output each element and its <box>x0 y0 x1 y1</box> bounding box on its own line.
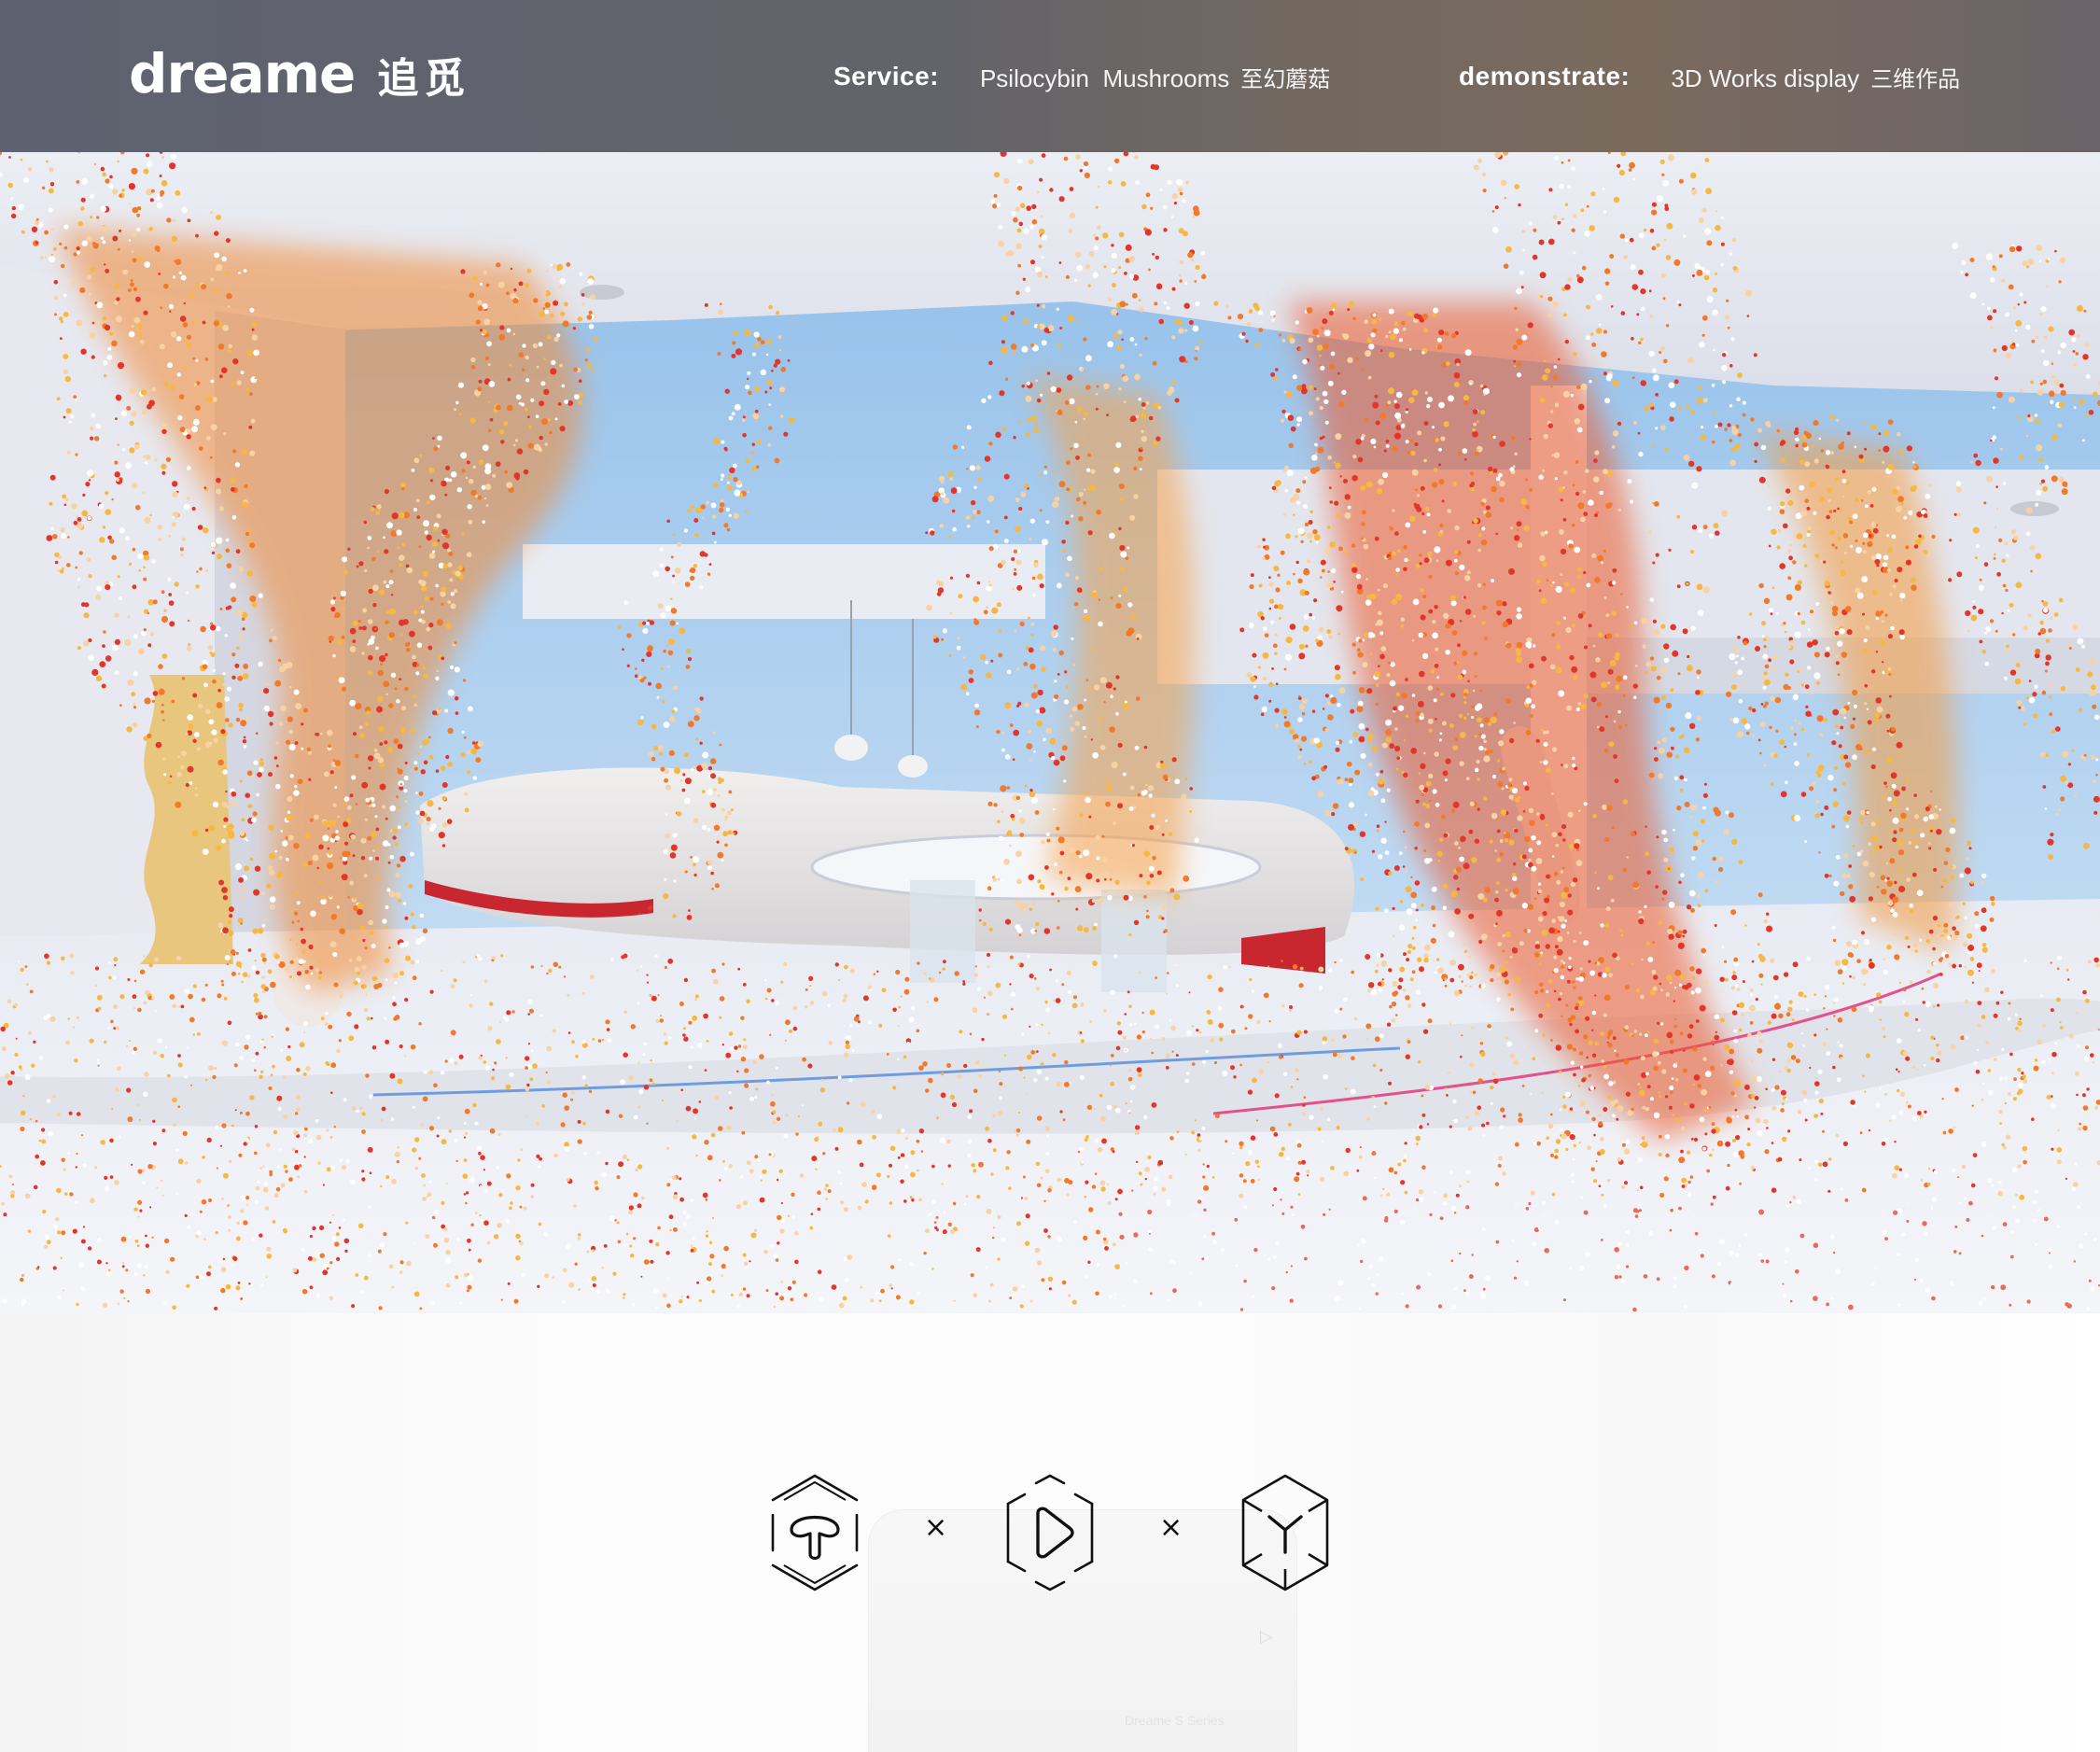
brand-collaboration-section: ▷ Dreame S Series × × <box>0 1313 2100 1752</box>
3d-works-display-link-cn: 三维作品 <box>1870 66 1961 92</box>
service-label: Service: <box>833 62 939 91</box>
hero-render-image <box>0 152 2100 1313</box>
demonstrate-nav-group: demonstrate: 3D Works display 三维作品 <box>1459 56 1960 97</box>
top-navigation-bar: dreame 追觅 Service: Psilocybin Mushrooms 至… <box>0 0 2100 152</box>
psilocybin-mushrooms-link-en: Psilocybin Mushrooms <box>979 63 1230 92</box>
play-icon[interactable] <box>999 1472 1101 1593</box>
service-nav-group: Service: Psilocybin Mushrooms 至幻蘑菇 <box>833 56 1330 97</box>
mushroom-icon[interactable] <box>763 1472 866 1593</box>
glass-table-top <box>810 834 1262 901</box>
pendant-lamp-2 <box>898 755 928 778</box>
distant-terrace-left <box>523 544 1045 619</box>
glass-table-leg-2 <box>1101 890 1167 992</box>
demonstrate-label: demonstrate: <box>1459 62 1631 91</box>
device-caption: Dreame S Series <box>1125 1713 1225 1728</box>
ceiling-spotlight-right <box>2010 501 2059 516</box>
brand-logo[interactable]: dreame 追觅 <box>129 41 470 106</box>
glass-table-leg-1 <box>910 880 975 983</box>
partner-icon-row: × × <box>763 1472 1337 1593</box>
particle-interior-scene <box>0 152 2100 1313</box>
logo-chinese: 追觅 <box>377 55 471 103</box>
3d-works-display-link-en: 3D Works display <box>1671 63 1860 92</box>
device-play-mark-icon: ▷ <box>1260 1627 1273 1647</box>
3d-works-display-link[interactable]: 3D Works display 三维作品 <box>1671 61 1960 93</box>
pendant-lamp-1 <box>834 735 868 761</box>
psilocybin-mushrooms-link-cn: 至幻蘑菇 <box>1240 66 1331 92</box>
ceiling-spotlight-left <box>580 285 624 300</box>
logo-wordmark: dreame <box>129 42 356 105</box>
psilocybin-mushrooms-link[interactable]: Psilocybin Mushrooms 至幻蘑菇 <box>980 61 1330 93</box>
cube-y-icon[interactable] <box>1234 1472 1337 1593</box>
separator-times-2: × <box>1159 1511 1183 1544</box>
separator-times-1: × <box>924 1511 948 1544</box>
